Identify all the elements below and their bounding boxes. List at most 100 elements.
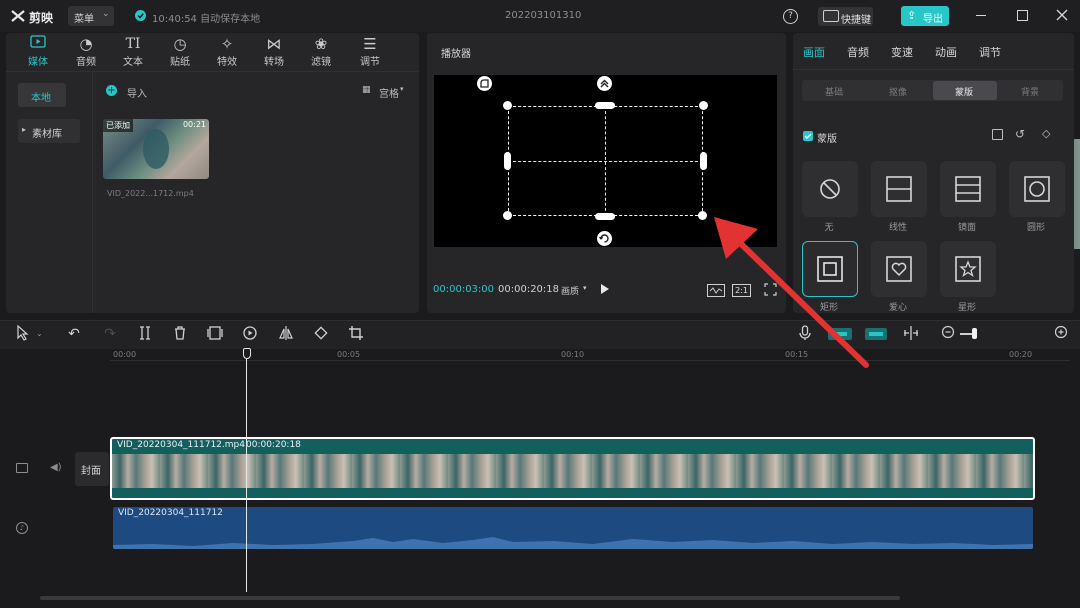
- subtab-mask[interactable]: 蒙版: [933, 81, 997, 100]
- media-filename: VID_2022...1712.mp4: [107, 189, 194, 198]
- crop-icon[interactable]: [347, 325, 365, 343]
- freeze-frame-icon[interactable]: [206, 325, 224, 343]
- tab-picture[interactable]: 画面: [803, 44, 825, 60]
- mask-feather-icon[interactable]: [597, 76, 612, 91]
- tab-effects[interactable]: ✧ 特效: [205, 35, 249, 69]
- chevron-down-icon[interactable]: ⌄: [36, 329, 43, 338]
- ruler-baseline: [110, 360, 1070, 361]
- playhead-handle[interactable]: [243, 348, 251, 359]
- menu-button[interactable]: 菜单 ⌄: [68, 6, 114, 26]
- ruler-tick: 00:05: [337, 350, 361, 359]
- linear-icon: [886, 176, 912, 202]
- tab-label: 贴纸: [170, 57, 190, 68]
- split-icon[interactable]: [136, 325, 154, 343]
- annotation-arrow-icon: [714, 217, 869, 368]
- mask-corner-handle[interactable]: [699, 101, 708, 110]
- mask-label: 线性: [888, 223, 907, 233]
- timeline-scrollbar[interactable]: [40, 596, 900, 600]
- keyframe-icon[interactable]: ◇: [1042, 127, 1050, 140]
- tab-media[interactable]: 媒体: [16, 35, 60, 69]
- rotate-icon[interactable]: [312, 325, 330, 343]
- video-clip[interactable]: VID_20220304_111712.mp4 00:00:20:18: [110, 437, 1035, 500]
- tab-adjust[interactable]: 调节: [979, 44, 1001, 60]
- mask-circle[interactable]: [1009, 161, 1065, 217]
- subtab-background[interactable]: 背景: [1021, 85, 1039, 98]
- zoom-slider-handle[interactable]: [972, 328, 977, 339]
- subtab-cutout[interactable]: 抠像: [889, 85, 907, 98]
- playhead-line[interactable]: [246, 359, 247, 592]
- tab-label: 文本: [123, 57, 143, 68]
- play-icon[interactable]: [601, 284, 609, 294]
- mask-edge-handle-bottom[interactable]: [595, 213, 615, 220]
- invert-mask-icon[interactable]: [992, 129, 1003, 140]
- tab-filter[interactable]: ❀ 滤镜: [299, 35, 343, 69]
- title-bar: 剪映 菜单 ⌄ 10:40:54 自动保存本地 202203101310 ? 快…: [0, 0, 1080, 32]
- mirror-flip-icon[interactable]: [277, 325, 295, 343]
- close-icon[interactable]: [1055, 8, 1069, 22]
- export-label: 导出: [923, 14, 943, 25]
- quality-select[interactable]: 画质: [561, 284, 579, 297]
- tab-audio[interactable]: ◔ 音频: [64, 35, 108, 69]
- tab-transition[interactable]: ⋈ 转场: [252, 35, 296, 69]
- cover-button[interactable]: 封面: [75, 452, 109, 486]
- tab-label: 滤镜: [311, 57, 331, 68]
- import-button[interactable]: 导入: [127, 85, 147, 100]
- caret-right-icon: ▸: [22, 125, 27, 134]
- select-cursor-icon[interactable]: [14, 324, 32, 343]
- player-total-time: 00:00:20:18: [498, 284, 560, 295]
- tab-audio[interactable]: 音频: [847, 44, 869, 60]
- maximize-icon[interactable]: [1017, 10, 1028, 21]
- mask-linear[interactable]: [871, 161, 927, 217]
- zoom-fit-icon[interactable]: [1052, 325, 1070, 343]
- mask-heart[interactable]: [871, 241, 927, 297]
- mask-label: 爱心: [888, 303, 907, 313]
- keyboard-icon: [823, 10, 839, 22]
- star-icon: [955, 256, 981, 282]
- tab-label: 转场: [264, 57, 284, 68]
- mask-corner-handle[interactable]: [503, 101, 512, 110]
- mask-mirror[interactable]: [940, 161, 996, 217]
- reset-icon[interactable]: ↺: [1015, 127, 1025, 141]
- none-icon: [820, 179, 840, 199]
- zoom-out-icon[interactable]: [939, 325, 957, 343]
- minimize-icon[interactable]: [976, 15, 986, 16]
- sidebar-item-local[interactable]: 本地: [18, 83, 66, 107]
- media-thumbnail[interactable]: 已添加 00:21: [103, 119, 209, 179]
- tab-sticker[interactable]: ◷ 贴纸: [158, 35, 202, 69]
- tab-speed[interactable]: 变速: [891, 44, 913, 60]
- audio-clip[interactable]: VID_20220304_111712: [113, 507, 1033, 549]
- mask-checkbox[interactable]: [803, 131, 813, 141]
- reverse-icon[interactable]: [241, 325, 259, 343]
- effects-icon: ✧: [220, 35, 234, 53]
- mask-edge-handle-left[interactable]: [504, 152, 511, 170]
- view-mode-select[interactable]: 宫格: [379, 85, 399, 100]
- ruler-tick: 00:10: [561, 350, 585, 359]
- linkage-icon[interactable]: [902, 325, 920, 343]
- divider: [92, 71, 93, 313]
- sidebar-item-library[interactable]: ▸ 素材库: [18, 119, 80, 143]
- subtab-basic[interactable]: 基础: [825, 85, 843, 98]
- mask-round-corner-icon[interactable]: [477, 76, 492, 91]
- grid-view-icon: ▦: [362, 85, 371, 95]
- mask-edge-handle-right[interactable]: [700, 152, 707, 170]
- export-button[interactable]: ⇪ 导出: [901, 6, 949, 26]
- caret-down-icon: ▾: [583, 284, 587, 292]
- tab-adjust[interactable]: ☰ 调节: [348, 35, 392, 69]
- delete-icon[interactable]: [171, 325, 189, 343]
- import-plus-icon[interactable]: +: [106, 85, 117, 96]
- mask-rotate-icon[interactable]: [597, 231, 612, 246]
- mute-track-icon[interactable]: ◀): [50, 462, 62, 473]
- mask-star[interactable]: [940, 241, 996, 297]
- player-title: 播放器: [441, 49, 471, 60]
- tab-text[interactable]: TI 文本: [111, 35, 155, 69]
- mask-corner-handle[interactable]: [503, 211, 512, 220]
- chevron-down-icon: ⌄: [102, 9, 110, 19]
- help-icon[interactable]: ?: [783, 9, 798, 24]
- shortcut-button[interactable]: 快捷键: [818, 7, 873, 26]
- app-name: 剪映: [29, 11, 54, 25]
- tab-animation[interactable]: 动画: [935, 44, 957, 60]
- media-panel: 媒体 ◔ 音频 TI 文本 ◷ 贴纸 ✧ 特效 ⋈ 转场 ❀ 滤镜 ☰ 调节 本…: [6, 33, 419, 313]
- peacock-shape: [143, 129, 169, 169]
- mask-edge-handle-top[interactable]: [595, 102, 615, 109]
- undo-icon[interactable]: ↶: [65, 325, 83, 343]
